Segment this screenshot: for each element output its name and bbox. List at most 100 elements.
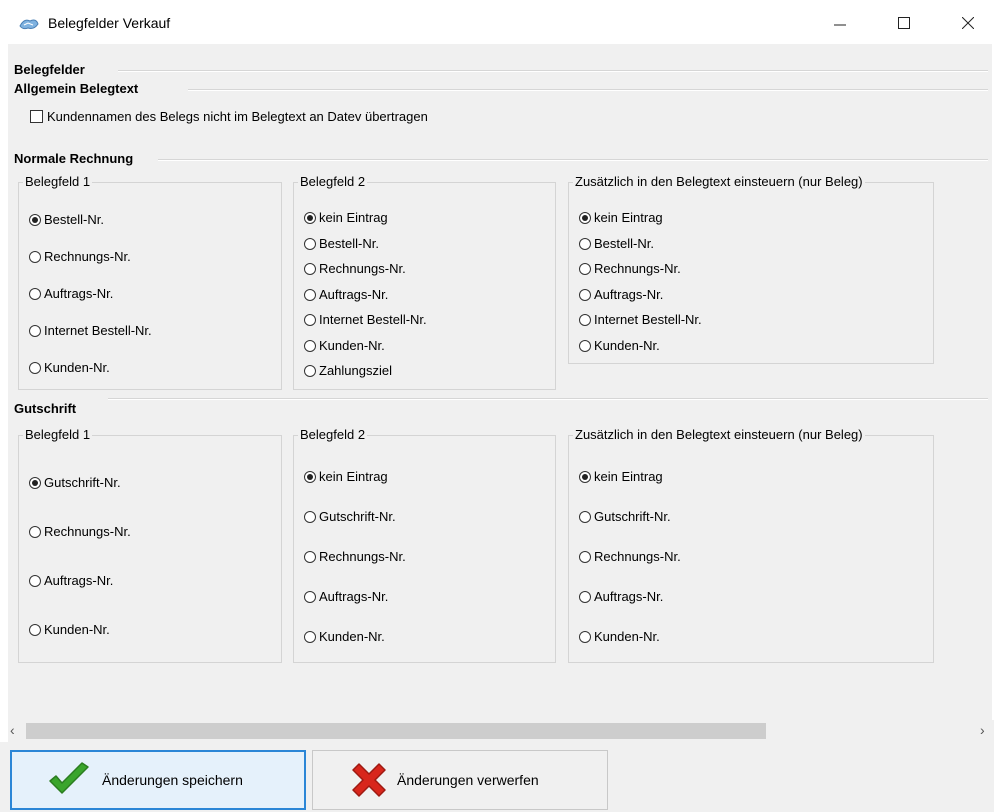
radio-option[interactable]: Auftrags-Nr. xyxy=(304,287,388,302)
radio-option[interactable]: Bestell-Nr. xyxy=(304,236,379,251)
radio-selected-dot xyxy=(582,214,588,221)
radio-option[interactable]: Bestell-Nr. xyxy=(579,236,654,251)
radio-button[interactable] xyxy=(29,324,41,337)
radio-button[interactable] xyxy=(29,250,41,263)
red-x-icon xyxy=(352,763,386,797)
radio-option[interactable]: Rechnungs-Nr. xyxy=(304,261,406,276)
save-button-label: Änderungen speichern xyxy=(102,772,243,788)
radio-option[interactable]: Internet Bestell-Nr. xyxy=(579,312,702,327)
radio-button[interactable] xyxy=(29,623,41,636)
save-button[interactable]: Änderungen speichern xyxy=(10,750,306,810)
radio-option[interactable]: Kunden-Nr. xyxy=(304,629,385,644)
radio-button[interactable] xyxy=(29,287,41,300)
radio-button[interactable] xyxy=(579,550,591,563)
radio-option[interactable]: Rechnungs-Nr. xyxy=(29,524,131,539)
radio-button[interactable] xyxy=(579,630,591,643)
radio-button[interactable] xyxy=(579,211,591,224)
radio-button[interactable] xyxy=(304,237,316,250)
radio-button[interactable] xyxy=(304,550,316,563)
radio-button[interactable] xyxy=(304,313,316,326)
radio-option[interactable]: Internet Bestell-Nr. xyxy=(304,312,427,327)
radio-option[interactable]: Rechnungs-Nr. xyxy=(579,261,681,276)
dialog-content: Belegfelder Allgemein Belegtext Kundenna… xyxy=(8,44,992,720)
radio-option[interactable]: Kunden-Nr. xyxy=(29,360,110,375)
radio-button[interactable] xyxy=(579,313,591,326)
radio-label: Auftrags-Nr. xyxy=(44,573,114,588)
minimize-button[interactable] xyxy=(818,6,862,40)
radio-button[interactable] xyxy=(304,630,316,643)
maximize-button[interactable] xyxy=(882,6,926,40)
discard-button[interactable]: Änderungen verwerfen xyxy=(312,750,608,810)
radio-button[interactable] xyxy=(304,470,316,483)
radio-label: kein Eintrag xyxy=(594,210,663,225)
radio-label: Zahlungsziel xyxy=(319,363,392,378)
radio-button[interactable] xyxy=(304,510,316,523)
radio-button[interactable] xyxy=(304,288,316,301)
radio-option[interactable]: Rechnungs-Nr. xyxy=(29,249,131,264)
radio-option[interactable]: Rechnungs-Nr. xyxy=(579,549,681,564)
divider xyxy=(108,398,988,400)
checkbox-box[interactable] xyxy=(30,110,43,123)
scrollbar-thumb[interactable] xyxy=(26,723,766,739)
radio-button[interactable] xyxy=(29,525,41,538)
radio-label: Rechnungs-Nr. xyxy=(44,249,131,264)
radio-button[interactable] xyxy=(304,339,316,352)
radio-label: Rechnungs-Nr. xyxy=(44,524,131,539)
radio-button[interactable] xyxy=(29,361,41,374)
radio-option[interactable]: Kunden-Nr. xyxy=(304,338,385,353)
radio-option[interactable]: Auftrags-Nr. xyxy=(579,589,663,604)
close-button[interactable] xyxy=(946,6,990,40)
radio-button[interactable] xyxy=(304,590,316,603)
scroll-left-icon[interactable]: ‹ xyxy=(10,722,15,738)
radio-label: Kunden-Nr. xyxy=(319,338,385,353)
radio-option[interactable]: Auftrags-Nr. xyxy=(579,287,663,302)
group-title: Belegfeld 2 xyxy=(298,427,368,442)
radio-option[interactable]: Kunden-Nr. xyxy=(29,622,110,637)
radio-option[interactable]: Bestell-Nr. xyxy=(29,212,104,227)
datev-checkbox[interactable]: Kundennamen des Belegs nicht im Belegtex… xyxy=(30,109,428,124)
radio-option[interactable]: Auftrags-Nr. xyxy=(29,573,113,588)
radio-label: Bestell-Nr. xyxy=(319,236,379,251)
radio-label: Gutschrift-Nr. xyxy=(44,475,121,490)
radio-option[interactable]: Auftrags-Nr. xyxy=(29,286,113,301)
radio-label: Internet Bestell-Nr. xyxy=(44,323,152,338)
radio-option[interactable]: kein Eintrag xyxy=(579,210,663,225)
radio-button[interactable] xyxy=(29,476,41,489)
radio-button[interactable] xyxy=(579,262,591,275)
radio-button[interactable] xyxy=(579,237,591,250)
radio-group-gutschrift-3: Zusätzlich in den Belegtext einsteuern (… xyxy=(568,427,934,663)
radio-button[interactable] xyxy=(304,262,316,275)
radio-option[interactable]: kein Eintrag xyxy=(304,469,388,484)
radio-option[interactable]: Auftrags-Nr. xyxy=(304,589,388,604)
radio-button[interactable] xyxy=(579,288,591,301)
radio-label: Rechnungs-Nr. xyxy=(594,549,681,564)
radio-label: Internet Bestell-Nr. xyxy=(319,312,427,327)
radio-option[interactable]: Internet Bestell-Nr. xyxy=(29,323,152,338)
radio-option[interactable]: Gutschrift-Nr. xyxy=(579,509,671,524)
radio-option[interactable]: Gutschrift-Nr. xyxy=(304,509,396,524)
radio-option[interactable]: kein Eintrag xyxy=(304,210,388,225)
radio-button[interactable] xyxy=(579,510,591,523)
green-checkmark-icon xyxy=(49,762,89,794)
scroll-right-icon[interactable]: › xyxy=(980,722,985,738)
divider xyxy=(158,159,988,161)
radio-option[interactable]: Kunden-Nr. xyxy=(579,629,660,644)
title-bar: Belegfelder Verkauf xyxy=(0,0,994,44)
radio-button[interactable] xyxy=(579,470,591,483)
radio-button[interactable] xyxy=(29,213,41,226)
divider xyxy=(118,70,988,72)
radio-group-normale-rechnung-1: Belegfeld 1 Bestell-Nr. Rechnungs-Nr. Auftr… xyxy=(18,174,282,390)
radio-label: Kunden-Nr. xyxy=(319,629,385,644)
radio-option[interactable]: Gutschrift-Nr. xyxy=(29,475,121,490)
horizontal-scrollbar[interactable]: ‹ › xyxy=(8,720,994,742)
radio-label: kein Eintrag xyxy=(319,469,388,484)
radio-button[interactable] xyxy=(579,590,591,603)
radio-option[interactable]: Rechnungs-Nr. xyxy=(304,549,406,564)
radio-option[interactable]: kein Eintrag xyxy=(579,469,663,484)
radio-option[interactable]: Kunden-Nr. xyxy=(579,338,660,353)
radio-button[interactable] xyxy=(29,574,41,587)
radio-button[interactable] xyxy=(579,339,591,352)
radio-button[interactable] xyxy=(304,364,316,377)
radio-option[interactable]: Zahlungsziel xyxy=(304,363,392,378)
radio-button[interactable] xyxy=(304,211,316,224)
